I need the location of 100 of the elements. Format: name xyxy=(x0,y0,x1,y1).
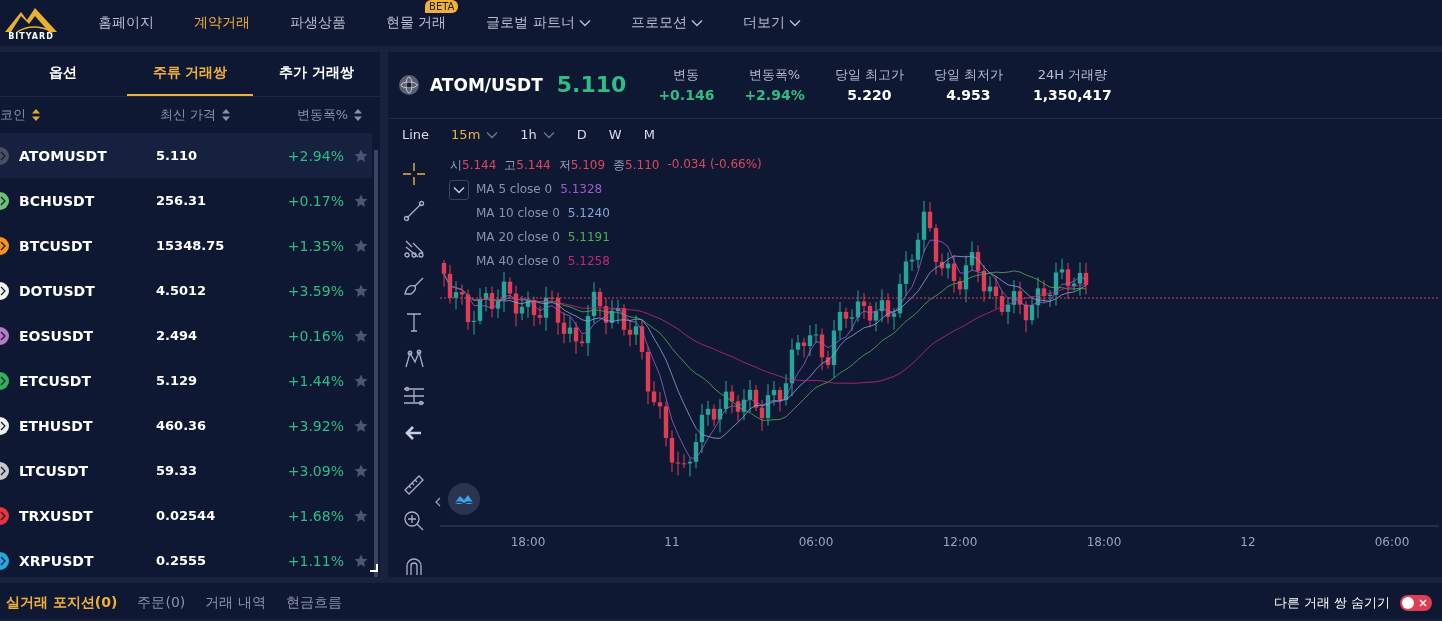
star-icon[interactable] xyxy=(354,418,368,433)
axis-label: 18:00 xyxy=(1086,535,1122,549)
stat-label: 변동 xyxy=(673,66,700,85)
interval-tab[interactable]: M xyxy=(643,127,655,143)
stat-value: 5.220 xyxy=(847,87,892,104)
measure-icon[interactable] xyxy=(403,385,425,407)
interval-tab[interactable]: D xyxy=(576,127,587,143)
indicator-label: MA 20 close 0 xyxy=(476,230,560,244)
pair-row[interactable]: LTCUSDT 59.33 +3.09% xyxy=(0,448,372,493)
star-icon[interactable] xyxy=(354,328,368,343)
collapse-button[interactable] xyxy=(449,180,469,200)
price-value: 460.36 xyxy=(156,418,208,433)
star-icon[interactable] xyxy=(354,193,368,208)
star-icon[interactable] xyxy=(354,148,368,163)
coin-name: XRPUSDT xyxy=(19,552,94,569)
pair-row[interactable]: ATOMUSDT 5.110 +2.94% xyxy=(0,133,372,178)
beta-badge: BETA xyxy=(425,0,459,13)
star-icon[interactable] xyxy=(354,553,368,568)
axis-label: 06:00 xyxy=(798,535,834,549)
pair-row[interactable]: ETCUSDT 5.129 +1.44% xyxy=(0,358,372,403)
nav-link[interactable]: 현물 거래 xyxy=(366,14,467,32)
nav-link[interactable]: 파생상품 xyxy=(270,14,366,32)
crosshair-icon[interactable] xyxy=(403,163,425,185)
axis-label: 06:00 xyxy=(1374,535,1410,549)
column-header[interactable]: 변동폭% xyxy=(296,106,348,124)
nav-link[interactable]: 글로벌 파트너 xyxy=(466,14,611,32)
star-icon[interactable] xyxy=(354,373,368,388)
change-value: +0.16% xyxy=(286,327,344,344)
nav-link[interactable]: 계약거래 xyxy=(174,14,270,32)
logo-text[interactable]: BITYARD xyxy=(8,31,54,41)
magnet-icon[interactable] xyxy=(403,555,425,577)
interval-tab[interactable]: W xyxy=(608,127,622,143)
sort-icon[interactable] xyxy=(32,109,40,121)
pair-row[interactable]: BCHUSDT 256.31 +0.17% xyxy=(0,178,372,223)
chevron-down-icon xyxy=(453,186,465,194)
chart-logo-button[interactable] xyxy=(448,483,480,515)
star-icon[interactable] xyxy=(354,463,368,478)
list-tab[interactable]: 추가 거래쌍 xyxy=(253,52,380,96)
change-value: +0.17% xyxy=(286,192,344,209)
position-tab[interactable]: 실거래 포지션(0) xyxy=(6,594,118,612)
nav-link[interactable]: 프로모션 xyxy=(610,14,723,32)
collapse-icon[interactable] xyxy=(435,497,441,507)
nav-link[interactable]: 더보기 xyxy=(722,14,821,32)
coin-name: ATOMUSDT xyxy=(19,147,107,164)
column-header[interactable]: 최신 가격 xyxy=(160,106,217,124)
trend-line-icon[interactable] xyxy=(403,200,425,222)
indicator-value: 5.1240 xyxy=(567,206,610,220)
stat-label: 당일 최저가 xyxy=(933,66,1003,85)
list-tab[interactable]: 옵션 xyxy=(0,52,127,96)
indicator-value: 5.1328 xyxy=(560,182,603,196)
sort-icon[interactable] xyxy=(354,109,362,121)
price-value: 5.110 xyxy=(156,148,199,163)
interval-tab[interactable]: Line xyxy=(402,127,430,143)
star-icon[interactable] xyxy=(354,238,368,253)
pair-row[interactable]: EOSUSDT 2.494 +0.16% xyxy=(0,313,372,358)
ohlc-label: 저 xyxy=(558,158,571,172)
change-value: +1.35% xyxy=(286,237,344,254)
stat-value: +2.94% xyxy=(744,87,805,104)
toggle-switch[interactable] xyxy=(1400,595,1432,611)
change-value: +2.94% xyxy=(286,147,344,164)
coin-name: BTCUSDT xyxy=(19,237,93,254)
scrollbar[interactable] xyxy=(374,150,378,577)
coin-name: TRXUSDT xyxy=(19,507,93,524)
zoom-in-icon[interactable] xyxy=(403,510,425,532)
star-icon[interactable] xyxy=(354,283,368,298)
star-icon[interactable] xyxy=(354,508,368,523)
indicator-label: MA 40 close 0 xyxy=(476,254,560,268)
last-price: 5.110 xyxy=(556,72,627,98)
pair-row[interactable]: DOTUSDT 4.5012 +3.59% xyxy=(0,268,372,313)
indicator-value: 5.1258 xyxy=(567,254,610,268)
interval-tab[interactable]: 1h xyxy=(520,127,555,143)
stat-label: 변동폭% xyxy=(748,66,801,85)
list-tab[interactable]: 주류 거래쌍 xyxy=(126,52,254,96)
price-value: 0.02544 xyxy=(156,508,217,523)
ruler-icon[interactable] xyxy=(403,473,425,495)
ohlc-value: 5.144 xyxy=(462,158,497,172)
pair-row[interactable]: XRPUSDT 0.2555 +1.11% xyxy=(0,538,372,577)
price-change: -0.034 (-0.66%) xyxy=(667,157,762,173)
coin-name: ETCUSDT xyxy=(19,372,91,389)
pair-row[interactable]: BTCUSDT 15348.75 +1.35% xyxy=(0,223,372,268)
pattern-icon[interactable] xyxy=(403,348,425,370)
nav-link[interactable]: 홈페이지 xyxy=(78,14,174,32)
position-tab[interactable]: 주문(0) xyxy=(137,594,186,612)
indicator-value: 5.1191 xyxy=(567,230,610,244)
position-tab[interactable]: 현금흐름 xyxy=(285,594,342,612)
pair-row[interactable]: ETHUSDT 460.36 +3.92% xyxy=(0,403,372,448)
pair-name: ATOM/USDT xyxy=(430,75,543,95)
coin-name: BCHUSDT xyxy=(19,192,95,209)
stat-value: 4.953 xyxy=(946,87,991,104)
ohlc-value: 5.109 xyxy=(570,158,606,172)
axis-label: 12:00 xyxy=(942,535,978,549)
indicator-label: MA 10 close 0 xyxy=(476,206,560,220)
toggle-label: 다른 거래 쌍 숨기기 xyxy=(1273,594,1390,612)
position-tab[interactable]: 거래 내역 xyxy=(205,594,266,612)
pair-row[interactable]: TRXUSDT 0.02544 +1.68% xyxy=(0,493,372,538)
interval-tab[interactable]: 15m xyxy=(451,127,499,143)
ohlc-value: 5.110 xyxy=(625,158,660,172)
resize-handle[interactable] xyxy=(370,564,378,572)
column-header[interactable]: 코인 xyxy=(0,106,26,124)
sort-icon[interactable] xyxy=(222,109,231,121)
